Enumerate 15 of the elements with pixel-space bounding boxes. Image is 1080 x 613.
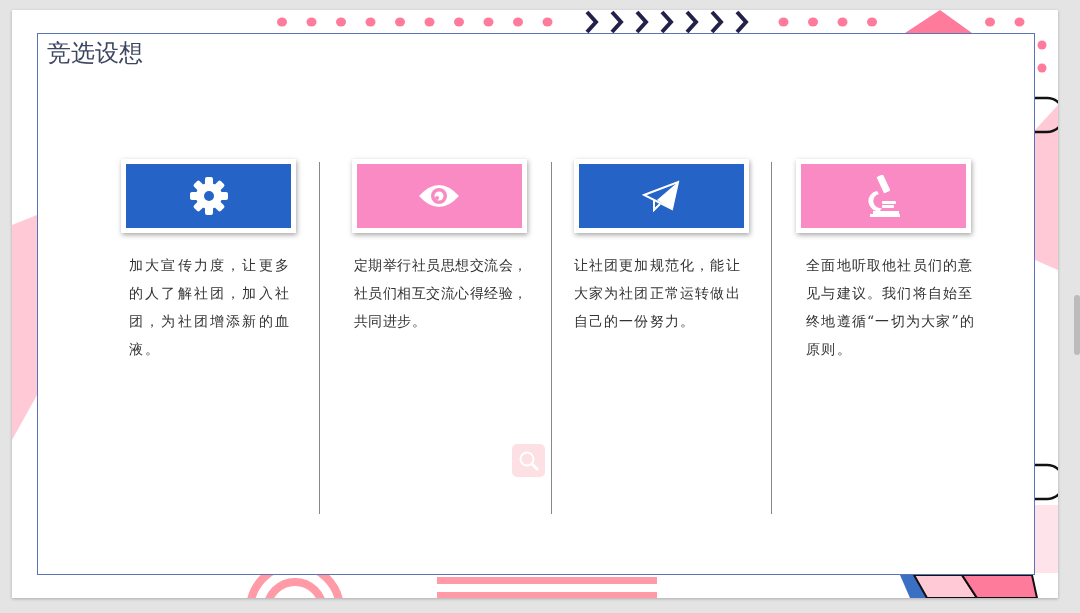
gear-icon (188, 176, 229, 216)
feature-description: 定期举行社员思想交流会，社员们相互交流心得经验，共同进步。 (353, 256, 529, 331)
microscope-icon (867, 175, 900, 217)
scrollbar[interactable] (1074, 295, 1080, 355)
triangle-shape (905, 10, 972, 33)
feature-description: 全面地听取他社员们的意见与建议。我们将自始至终地遵循“一切为大家”的原则。 (806, 256, 976, 359)
decorative-shape (1035, 505, 1058, 573)
zoom-icon[interactable] (512, 444, 545, 477)
paper-plane-icon (642, 180, 681, 212)
feature-description: 让社团更加规范化，能让大家为社团正常运转做出自己的一份努力。 (573, 256, 742, 331)
feature-description: 加大宣传力度，让更多的人了解社团，加入社团，为社团增添新的血液。 (129, 256, 292, 359)
outline-shape (1035, 463, 1058, 501)
outline-shape (1035, 96, 1058, 134)
eye-icon (418, 182, 461, 210)
slide-title: 竞选设想 (47, 38, 143, 69)
